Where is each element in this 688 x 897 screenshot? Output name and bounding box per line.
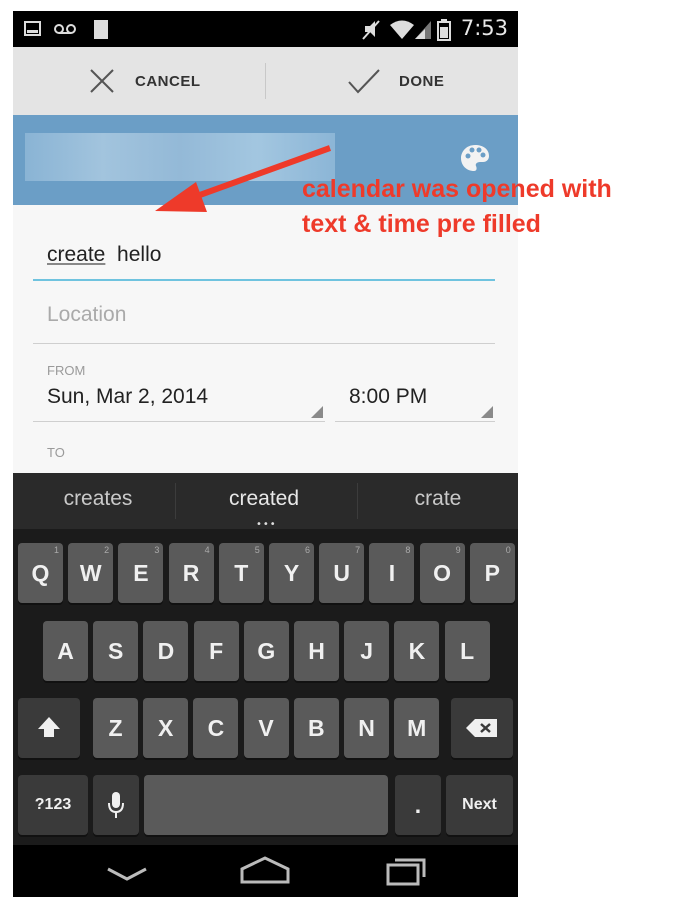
annotation-line-1: calendar was opened with — [302, 175, 612, 203]
annotation-arrow — [155, 145, 332, 212]
annotation-text: calendar was opened with text & time pre… — [302, 172, 612, 242]
annotation-line-2: text & time pre filled — [302, 210, 541, 238]
